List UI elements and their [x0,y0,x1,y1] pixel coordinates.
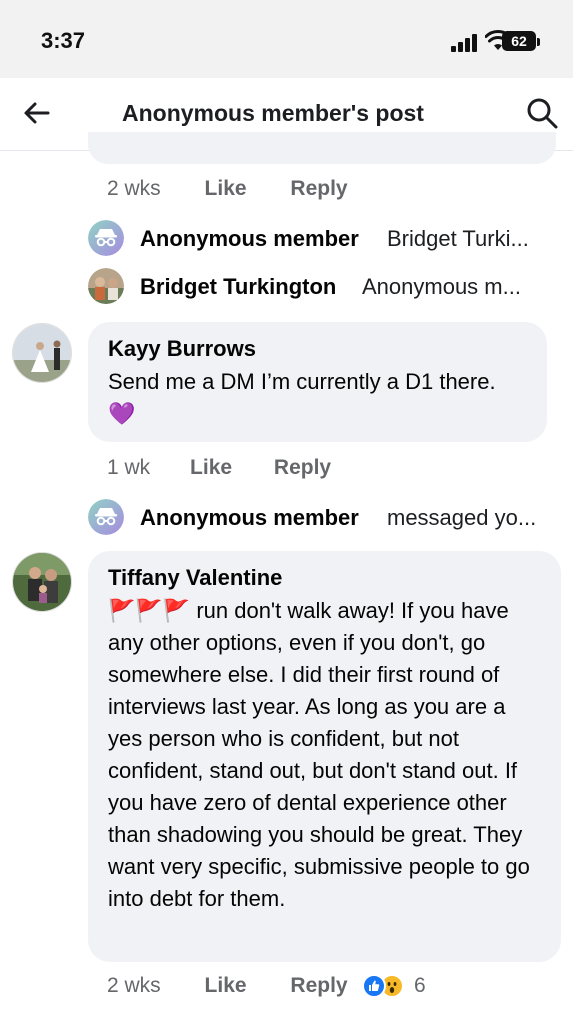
purple-heart-emoji: 💜 [108,401,136,426]
comment-text: Send me a DM I’m currently a D1 there. [108,369,496,394]
battery-indicator: 62 [502,31,540,51]
comment-timestamp: 2 wks [107,974,161,997]
page-title: Anonymous member's post [122,100,424,126]
avatar[interactable] [12,323,72,383]
comment-actions: 1 wk Like Reply [107,456,331,480]
comment-body: run don't walk away! If you have any oth… [108,598,530,911]
reply-preview[interactable]: Anonymous member messaged yo... [88,499,558,537]
comment-actions: 2 wks Like Reply [107,177,348,201]
comment-text: 🚩🚩🚩 run don't walk away! If you have any… [108,595,541,915]
reply-button[interactable]: Reply [274,456,331,479]
anonymous-icon [88,220,124,256]
reaction-count: 6 [414,974,426,997]
back-arrow-icon[interactable] [22,98,52,128]
status-bar: 3:37 62 [0,0,573,78]
comment-bubble: Tiffany Valentine 🚩🚩🚩 run don't walk awa… [88,551,561,962]
reply-author-name[interactable]: Anonymous member [140,226,359,252]
reply-preview[interactable]: Bridget Turkington Anonymous m... [88,268,558,306]
status-time: 3:37 [41,28,86,53]
comment-timestamp: 2 wks [107,177,161,200]
previous-comment-bubble [88,132,556,164]
like-reaction-icon [362,974,386,998]
reply-author-name[interactable]: Bridget Turkington [140,274,336,300]
search-icon[interactable] [525,96,559,130]
like-button[interactable]: Like [190,456,232,479]
reply-button[interactable]: Reply [290,177,347,200]
avatar [88,268,124,304]
avatar[interactable] [12,552,72,612]
comment-author-name[interactable]: Kayy Burrows [108,336,527,362]
battery-level: 62 [511,33,527,49]
reply-button[interactable]: Reply [290,974,347,997]
anonymous-icon [88,499,124,535]
reply-snippet: Bridget Turki... [387,226,529,251]
comment-author-name[interactable]: Tiffany Valentine [108,565,541,591]
reply-author-name[interactable]: Anonymous member [140,505,359,531]
like-button[interactable]: Like [205,974,247,997]
reply-snippet: Anonymous m... [362,274,521,299]
reactions-summary[interactable]: 6 [362,974,426,998]
red-flag-emoji: 🚩🚩🚩 [108,598,191,623]
reply-preview[interactable]: Anonymous member Bridget Turki... [88,220,558,258]
comment-actions: 2 wks Like Reply [107,974,348,998]
reply-snippet: messaged yo... [387,505,537,530]
comment-timestamp: 1 wk [107,456,151,479]
cellular-signal-icon [451,32,479,52]
comment-bubble: Kayy Burrows Send me a DM I’m currently … [88,322,547,442]
like-button[interactable]: Like [205,177,247,200]
